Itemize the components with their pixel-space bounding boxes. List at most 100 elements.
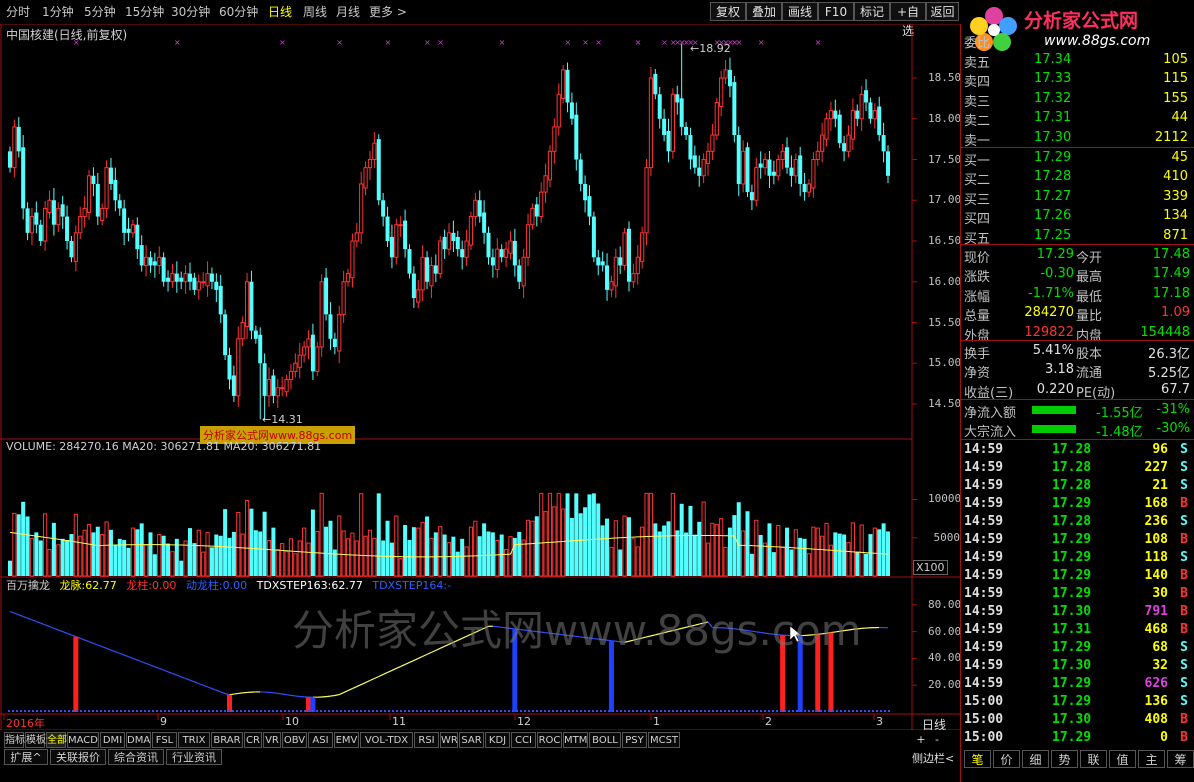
toolbar-button-1[interactable]: 叠加 xyxy=(746,2,782,21)
indicator-tab-5[interactable]: DMA xyxy=(126,732,151,748)
flow-bar xyxy=(1032,406,1076,414)
extension-tab-1[interactable]: 关联报价 xyxy=(50,749,106,765)
indicator-tab-10[interactable]: VR xyxy=(263,732,281,748)
indicator-tab-0[interactable]: 指标 xyxy=(4,732,25,748)
baseline-dot xyxy=(836,710,838,712)
period-tab-9[interactable]: 更多 > xyxy=(369,3,407,21)
indicator-tab-3[interactable]: MACD xyxy=(67,732,99,748)
toolbar-button-5[interactable]: +自选 xyxy=(890,2,926,38)
volume-bar xyxy=(473,520,478,577)
period-tab-5[interactable]: 60分钟 xyxy=(219,3,258,21)
indicator-tab-6[interactable]: FSL xyxy=(152,732,177,748)
indicator-tab-19[interactable]: CCI xyxy=(511,732,536,748)
period-tab-3[interactable]: 15分钟 xyxy=(125,3,164,21)
indicator-tab-12[interactable]: ASI xyxy=(308,732,333,748)
candle-body xyxy=(780,150,785,160)
sell-level-5[interactable]: 卖五 17.34 105 xyxy=(962,51,1192,71)
candle-body xyxy=(367,159,373,169)
indicator-tab-20[interactable]: ROC xyxy=(537,732,562,748)
indicator-tab-8[interactable]: BRAR xyxy=(211,732,243,748)
indicator-tab-11[interactable]: OBV xyxy=(282,732,307,748)
volume-bar xyxy=(806,553,812,577)
buy-level-5[interactable]: 买五 17.25 871 xyxy=(962,227,1192,247)
volume-bar xyxy=(126,547,131,576)
baseline-dot xyxy=(528,710,530,712)
longmai-line xyxy=(835,630,840,633)
indicator-tab-17[interactable]: SAR xyxy=(459,732,484,748)
indicator-tab-16[interactable]: WR xyxy=(440,732,458,748)
extension-tab-0[interactable]: 扩展^ xyxy=(4,749,48,765)
buy-level-3[interactable]: 买三 17.27 339 xyxy=(962,188,1192,208)
period-tab-6[interactable]: 日线 xyxy=(268,3,292,21)
volume-bar xyxy=(508,536,513,577)
indicator-tab-21[interactable]: MTM xyxy=(563,732,588,748)
indicator-tab-24[interactable]: MCST xyxy=(648,732,680,748)
toolbar-button-3[interactable]: F10 xyxy=(818,2,854,21)
baseline-dot xyxy=(668,710,670,712)
toolbar-button-4[interactable]: 标记 xyxy=(854,2,890,21)
chart-canvas[interactable]: × × × × × × × × × × × × × ×××××× ×××××× × × xyxy=(0,24,960,730)
indicator-tab-2[interactable]: 全部 xyxy=(46,732,67,748)
period-tab-4[interactable]: 30分钟 xyxy=(171,3,210,21)
plus-button[interactable]: + xyxy=(914,733,928,748)
side-tab-1[interactable]: 价 xyxy=(993,750,1020,768)
indicator-tab-18[interactable]: KDJ xyxy=(485,732,510,748)
baseline-dot xyxy=(548,710,550,712)
buy-level-1[interactable]: 买一 17.29 45 xyxy=(962,149,1192,169)
sell-level-4[interactable]: 卖四 17.33 115 xyxy=(962,70,1192,90)
indicator-tab-4[interactable]: DMI xyxy=(100,732,125,748)
sell-level-3[interactable]: 卖三 17.32 155 xyxy=(962,90,1192,110)
candle xyxy=(394,218,399,265)
toolbar-button-6[interactable]: 返回 xyxy=(926,2,959,21)
baseline-dot xyxy=(496,710,498,712)
candle xyxy=(578,153,583,192)
candle xyxy=(328,302,333,350)
indicator-tab-7[interactable]: TRIX xyxy=(178,732,210,748)
side-tab-7[interactable]: 筹 xyxy=(1167,750,1194,768)
side-tab-6[interactable]: 主 xyxy=(1138,750,1165,768)
side-tab-5[interactable]: 值 xyxy=(1109,750,1136,768)
baseline-dot xyxy=(184,710,186,712)
side-tab-4[interactable]: 联 xyxy=(1080,750,1107,768)
baseline-dot xyxy=(776,710,778,712)
baseline-dot xyxy=(604,710,606,712)
period-tab-0[interactable]: 分时 xyxy=(6,3,30,21)
baseline-dot xyxy=(484,710,486,712)
indicator-tab-23[interactable]: PSY xyxy=(622,732,647,748)
baseline-dot xyxy=(848,710,850,712)
sell-level-2[interactable]: 卖二 17.31 44 xyxy=(962,109,1192,129)
toolbar-button-2[interactable]: 画线 xyxy=(782,2,818,21)
candle xyxy=(367,150,373,180)
period-tab-1[interactable]: 1分钟 xyxy=(42,3,74,21)
candle xyxy=(166,270,171,292)
side-tab-0[interactable]: 笔 xyxy=(964,750,991,768)
side-tab-3[interactable]: 势 xyxy=(1051,750,1078,768)
minus-button[interactable]: - xyxy=(930,733,944,748)
indicator-tab-9[interactable]: CR xyxy=(244,732,262,748)
period-tab-8[interactable]: 月线 xyxy=(336,3,360,21)
indicator-tab-14[interactable]: VOL-TDX xyxy=(360,732,413,748)
extension-tab-3[interactable]: 行业资讯 xyxy=(166,749,222,765)
buy-level-4[interactable]: 买四 17.26 134 xyxy=(962,207,1192,227)
volume-bar xyxy=(166,543,171,576)
baseline-dot xyxy=(112,710,114,712)
toolbar-button-0[interactable]: 复权 xyxy=(710,2,746,21)
period-tab-7[interactable]: 周线 xyxy=(303,3,327,21)
period-tab-2[interactable]: 5分钟 xyxy=(84,3,116,21)
candle xyxy=(143,245,149,277)
sell-level-1[interactable]: 卖一 17.30 2112 xyxy=(962,129,1192,149)
extension-tab-2[interactable]: 综合资讯 xyxy=(108,749,164,765)
indicator-tab-22[interactable]: BOLL xyxy=(589,732,621,748)
indicator-tab-1[interactable]: 模板 xyxy=(25,732,46,748)
volume-bar xyxy=(73,513,78,577)
side-panel-toggle[interactable]: 侧边栏< xyxy=(912,750,954,766)
candle xyxy=(591,211,596,263)
buy-level-2[interactable]: 买二 17.28 410 xyxy=(962,168,1192,188)
indicator-tab-15[interactable]: RSI xyxy=(414,732,439,748)
candle xyxy=(811,152,816,198)
side-tab-2[interactable]: 细 xyxy=(1022,750,1049,768)
baseline-dot xyxy=(140,710,142,712)
longmai-line xyxy=(663,631,669,634)
candle-body xyxy=(785,147,790,168)
indicator-tab-13[interactable]: EMV xyxy=(334,732,359,748)
